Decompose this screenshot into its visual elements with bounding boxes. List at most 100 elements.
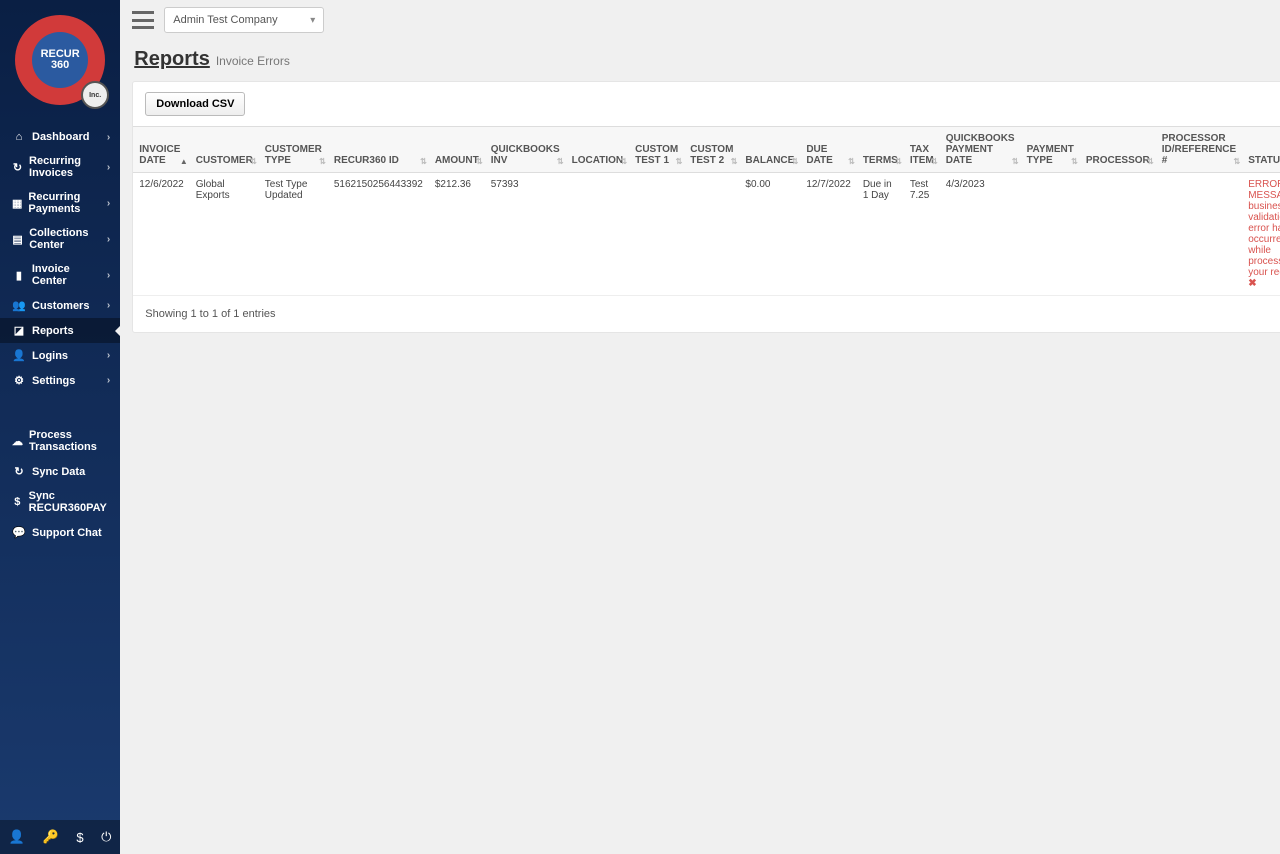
sort-icon: ⇅ xyxy=(319,157,326,166)
sidebar-item-recurring-payments[interactable]: ▦Recurring Payments› xyxy=(0,185,120,221)
cell: $0.00 xyxy=(739,173,800,296)
download-csv-button[interactable]: Download CSV xyxy=(145,92,245,116)
sort-icon: ⇅ xyxy=(557,157,564,166)
dollar-icon[interactable]: $ xyxy=(76,830,83,845)
nav-label: Process Transactions xyxy=(29,429,110,453)
col-header[interactable]: AMOUNT⇅ xyxy=(429,127,485,173)
sort-icon: ⇅ xyxy=(848,157,855,166)
chevron-right-icon: › xyxy=(107,234,110,245)
nav-icon: ⚙ xyxy=(12,374,26,387)
nav-icon: ☁ xyxy=(12,435,23,448)
sort-icon: ⇅ xyxy=(792,157,799,166)
cell: Test 7.25 xyxy=(904,173,940,296)
col-header[interactable]: CUSTOM TEST 1⇅ xyxy=(629,127,684,173)
col-header[interactable]: PROCESSOR ID/REFERENCE #⇅ xyxy=(1156,127,1242,173)
nav-icon: ↻ xyxy=(12,465,26,478)
nav-label: Sync RECUR360PAY xyxy=(29,490,111,514)
col-header[interactable]: STATUS⇅ xyxy=(1242,127,1280,173)
sort-icon: ⇅ xyxy=(1071,157,1078,166)
cell: 57393 xyxy=(485,173,566,296)
nav-label: Customers xyxy=(32,300,89,312)
logo-text-2: 360 xyxy=(51,60,69,71)
key-icon[interactable]: 🔑 xyxy=(43,829,59,845)
chevron-right-icon: › xyxy=(107,198,110,209)
col-header[interactable]: QUICKBOOKS PAYMENT DATE⇅ xyxy=(940,127,1021,173)
table-scroll[interactable]: INVOICE DATE▲CUSTOMER⇅CUSTOMER TYPE⇅RECU… xyxy=(133,126,1280,295)
user-icon[interactable]: 👤 xyxy=(9,829,25,845)
col-header[interactable]: CUSTOM TEST 2⇅ xyxy=(684,127,739,173)
sort-icon: ⇅ xyxy=(895,157,902,166)
page-title: Reports xyxy=(134,48,210,71)
company-select-value: Admin Test Company xyxy=(173,14,277,26)
nav-label: Sync Data xyxy=(32,466,85,478)
col-header[interactable]: PROCESSOR⇅ xyxy=(1080,127,1156,173)
sidebar-item-sync-recur360pay[interactable]: $ Sync RECUR360PAY xyxy=(0,484,120,520)
col-header[interactable]: BALANCE⇅ xyxy=(739,127,800,173)
hamburger-icon[interactable] xyxy=(132,11,154,29)
col-header[interactable]: CUSTOMER TYPE⇅ xyxy=(259,127,328,173)
nav-icon: ⌂ xyxy=(12,131,26,143)
company-select[interactable]: Admin Test Company xyxy=(164,7,324,33)
nav-icon: ◪ xyxy=(12,324,26,337)
table-row: 12/6/2022Global ExportsTest Type Updated… xyxy=(133,173,1280,296)
nav-label: Reports xyxy=(32,325,74,337)
sort-icon: ⇅ xyxy=(1012,157,1019,166)
sort-icon: ⇅ xyxy=(676,157,683,166)
cell xyxy=(684,173,739,296)
col-header[interactable]: LOCATION⇅ xyxy=(566,127,629,173)
page-subtitle: Invoice Errors xyxy=(216,54,290,68)
cell: 4/3/2023 xyxy=(940,173,1021,296)
sidebar: RECUR 360 Inc. ⌂Dashboard›↻Recurring Inv… xyxy=(0,0,120,854)
cell: Test Type Updated xyxy=(259,173,328,296)
nav-icon: 👤 xyxy=(12,349,26,362)
lower-nav: ☁ Process Transactions↻ Sync Data $ Sync REC… xyxy=(0,423,120,545)
sidebar-item-collections-center[interactable]: ▤Collections Center› xyxy=(0,221,120,257)
main: Admin Test Company JOE THOMPSON NEW + Re… xyxy=(120,0,1280,854)
cell xyxy=(1156,173,1242,296)
cell: $212.36 xyxy=(429,173,485,296)
sort-icon: ⇅ xyxy=(1147,157,1154,166)
sidebar-item-sync-data[interactable]: ↻ Sync Data xyxy=(0,459,120,484)
sort-icon: ⇅ xyxy=(620,157,627,166)
nav-label: Support Chat xyxy=(32,527,102,539)
report-card: Download CSV Search: INVOICE DATE▲CUSTOM… xyxy=(132,81,1280,333)
sidebar-item-dashboard[interactable]: ⌂ Dashboard › xyxy=(0,125,120,149)
sidebar-item-customers[interactable]: 👥Customers› xyxy=(0,293,120,318)
sort-icon: ▲ xyxy=(180,157,188,166)
nav-icon: ▤ xyxy=(12,233,23,246)
sidebar-item-support-chat[interactable]: 💬 Support Chat xyxy=(0,520,120,545)
nav-icon: $ xyxy=(12,496,23,508)
sidebar-item-process-transactions[interactable]: ☁ Process Transactions xyxy=(0,423,120,459)
col-header[interactable]: DUE DATE⇅ xyxy=(800,127,857,173)
col-header[interactable]: TAX ITEM⇅ xyxy=(904,127,940,173)
dismiss-error-icon[interactable]: ✖ xyxy=(1248,278,1256,289)
nav-label: Dashboard xyxy=(32,131,89,143)
col-header[interactable]: QUICKBOOKS INV⇅ xyxy=(485,127,566,173)
main-nav: ⌂Dashboard›↻Recurring Invoices›▦Recurrin… xyxy=(0,125,120,393)
cell xyxy=(1080,173,1156,296)
sidebar-item-reports[interactable]: ◪ Reports xyxy=(0,318,120,343)
col-header[interactable]: INVOICE DATE▲ xyxy=(133,127,190,173)
nav-label: Recurring Invoices xyxy=(29,155,107,179)
sidebar-item-invoice-center[interactable]: ▮Invoice Center› xyxy=(0,257,120,293)
col-header[interactable]: RECUR360 ID⇅ xyxy=(328,127,429,173)
sort-icon: ⇅ xyxy=(250,157,257,166)
cell: Due in 1 Day xyxy=(857,173,904,296)
nav-icon: 💬 xyxy=(12,526,26,539)
chevron-right-icon: › xyxy=(107,375,110,386)
logo: RECUR 360 Inc. xyxy=(0,0,120,115)
nav-icon: 👥 xyxy=(12,299,26,312)
cell: 12/7/2022 xyxy=(800,173,857,296)
nav-label: Settings xyxy=(32,375,75,387)
entries-info: Showing 1 to 1 of 1 entries xyxy=(145,308,275,320)
chevron-right-icon: › xyxy=(107,132,110,143)
col-header[interactable]: TERMS⇅ xyxy=(857,127,904,173)
sidebar-item-logins[interactable]: 👤Logins› xyxy=(0,343,120,368)
col-header[interactable]: CUSTOMER⇅ xyxy=(190,127,259,173)
sidebar-item-settings[interactable]: ⚙ Settings › xyxy=(0,368,120,393)
page-head: Reports Invoice Errors xyxy=(120,40,1280,71)
sidebar-item-recurring-invoices[interactable]: ↻Recurring Invoices› xyxy=(0,149,120,185)
col-header[interactable]: PAYMENT TYPE⇅ xyxy=(1021,127,1080,173)
chevron-right-icon: › xyxy=(107,162,110,173)
power-icon[interactable]: ⏻ xyxy=(101,829,111,845)
